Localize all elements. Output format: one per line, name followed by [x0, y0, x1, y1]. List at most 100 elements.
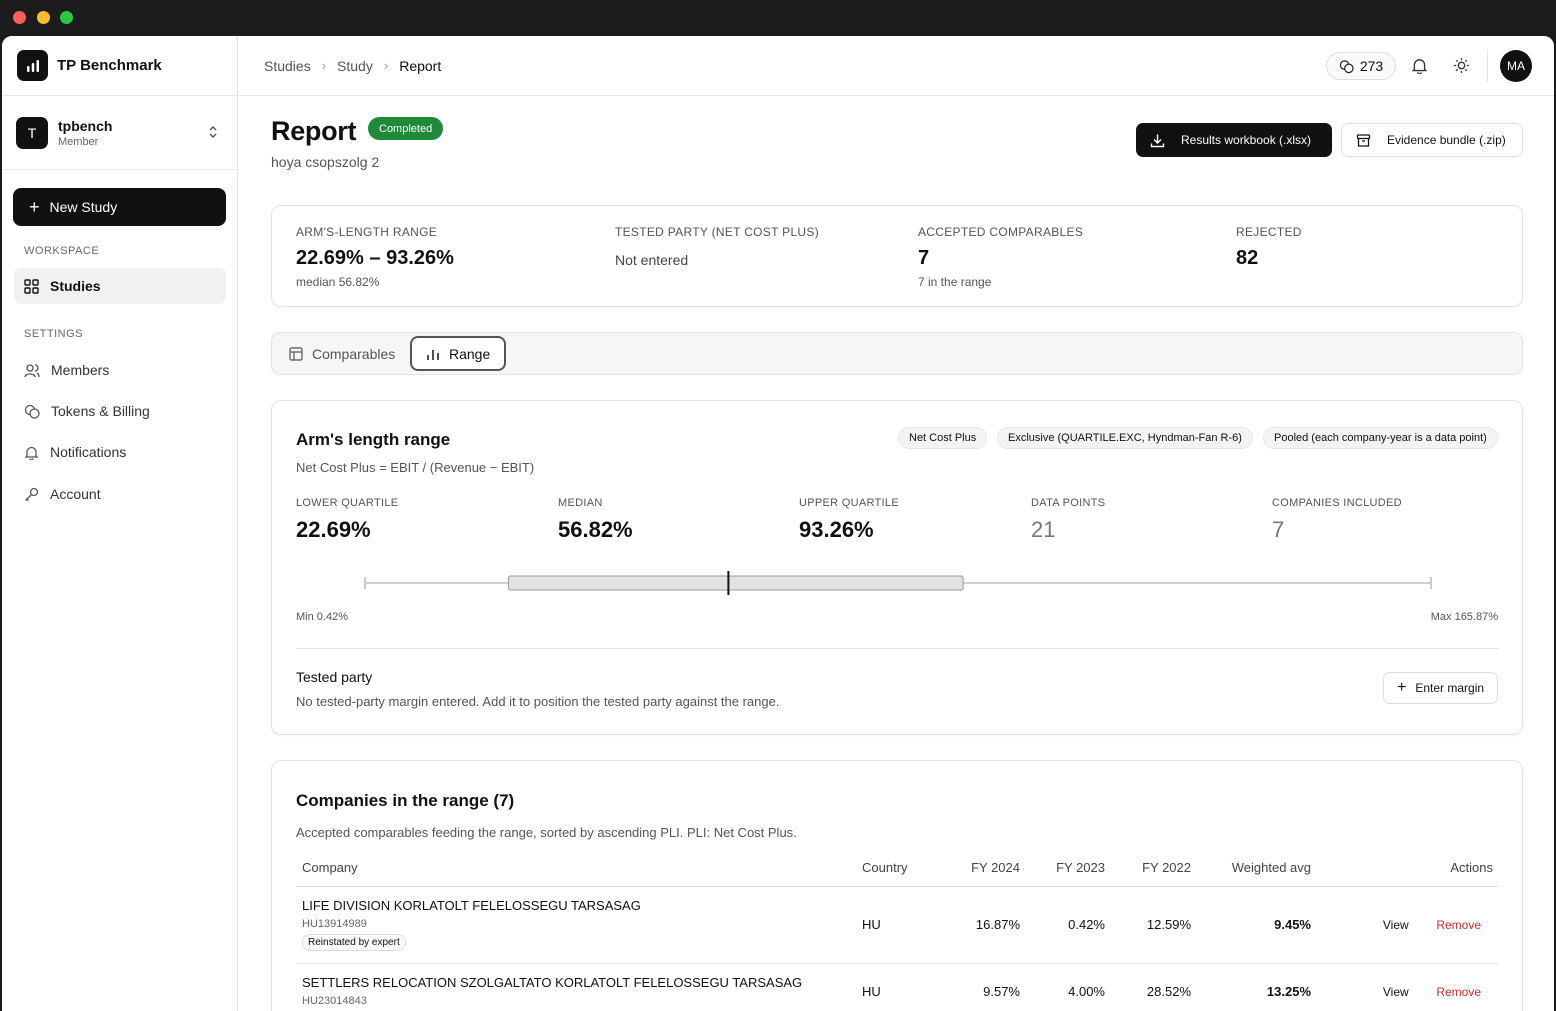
bar-chart-icon	[17, 50, 48, 81]
download-icon	[1150, 134, 1165, 147]
stat-label: MEDIAN	[558, 497, 603, 509]
stat-label: UPPER QUARTILE	[799, 497, 899, 509]
app-window: TP Benchmark T tpbench Member + New Stud…	[2, 36, 1554, 1011]
sidebar-item-label: Notifications	[50, 444, 127, 460]
new-study-label: New Study	[49, 199, 118, 215]
breadcrumb-study[interactable]: Study	[337, 58, 373, 74]
range-max-label: Max 165.87%	[1430, 611, 1498, 623]
tab-comparables[interactable]: Comparables	[275, 336, 409, 371]
column-header-fy2022[interactable]: FY 2022	[1111, 849, 1197, 887]
column-header-fy2024[interactable]: FY 2024	[946, 849, 1026, 887]
column-header-fy2023[interactable]: FY 2023	[1026, 849, 1111, 887]
window-titlebar	[0, 0, 1556, 36]
sidebar-item-label: Tokens & Billing	[51, 403, 150, 419]
table-icon	[289, 346, 303, 361]
sidebar-item-studies[interactable]: Studies	[14, 268, 226, 304]
stat-sub: 7 in the range	[918, 275, 992, 289]
company-cell: LIFE DIVISION KORLATOLT FELELOSSEGU TARS…	[296, 886, 856, 964]
summary-card: ARM'S-LENGTH RANGE 22.69% – 93.26% media…	[271, 205, 1523, 307]
results-workbook-label: Results workbook (.xlsx)	[1181, 133, 1312, 147]
companies-card: Companies in the range (7) Accepted comp…	[271, 760, 1523, 1011]
companies-desc: Accepted comparables feeding the range, …	[296, 825, 797, 840]
fy2023-cell: 0.42%	[1026, 886, 1111, 964]
sidebar-item-tokens-billing[interactable]: Tokens & Billing	[14, 393, 226, 429]
maximize-window-button[interactable]	[60, 11, 73, 24]
workspace-section-label: WORKSPACE	[24, 245, 100, 257]
remove-button[interactable]: Remove	[1436, 985, 1481, 999]
token-balance-button[interactable]: 273	[1326, 52, 1396, 80]
tab-label: Range	[449, 345, 491, 362]
company-id: HU13914989	[302, 918, 367, 930]
plus-icon: +	[29, 197, 40, 217]
stat-value: 82	[1236, 247, 1259, 269]
column-header-actions: Actions	[1317, 849, 1499, 887]
key-icon	[25, 487, 39, 501]
column-header-country[interactable]: Country	[856, 849, 946, 887]
sidebar-item-label: Members	[51, 362, 110, 378]
brand-name: TP Benchmark	[57, 57, 162, 74]
page-title: Report	[271, 116, 357, 146]
brand[interactable]: TP Benchmark	[2, 36, 237, 96]
bell-icon[interactable]	[1411, 57, 1428, 74]
reinstated-badge: Reinstated by expert	[302, 934, 406, 951]
companies-title: Companies in the range (7)	[296, 791, 515, 810]
actions-cell: View Remove	[1317, 963, 1499, 1011]
evidence-bundle-label: Evidence bundle (.zip)	[1387, 133, 1506, 147]
view-button[interactable]: View	[1383, 918, 1409, 932]
stat-label: ACCEPTED COMPARABLES	[918, 225, 1084, 239]
stat-label: REJECTED	[1236, 225, 1302, 239]
table-row: SETTLERS RELOCATION SZOLGALTATO KORLATOL…	[296, 963, 1499, 1011]
divider	[296, 648, 1499, 649]
sidebar-item-label: Studies	[50, 278, 101, 294]
summary-rejected: REJECTED 82	[1236, 225, 1302, 270]
sidebar: TP Benchmark T tpbench Member + New Stud…	[2, 36, 238, 1011]
stat-sub: median 56.82%	[296, 275, 380, 289]
breadcrumb-studies[interactable]: Studies	[264, 58, 311, 74]
stat-value: 22.69% – 93.26%	[296, 247, 454, 269]
chevron-up-down-icon	[209, 126, 217, 138]
org-name: tpbench	[58, 117, 113, 134]
stat-value: 93.26%	[799, 517, 874, 542]
tab-range[interactable]: Range	[410, 336, 507, 371]
new-study-button[interactable]: + New Study	[13, 188, 226, 226]
fy2022-cell: 28.52%	[1111, 963, 1197, 1011]
enter-margin-button[interactable]: + Enter margin	[1383, 672, 1499, 704]
tested-party-desc: No tested-party margin entered. Add it t…	[296, 694, 780, 709]
bar-chart-icon	[427, 349, 439, 360]
country-cell: HU	[856, 886, 946, 964]
method-chip: Exclusive (QUARTILE.EXC, Hyndman-Fan R-6…	[997, 427, 1253, 449]
stat-label: ARM'S-LENGTH RANGE	[296, 225, 438, 239]
status-badge: Completed	[368, 117, 444, 140]
user-avatar[interactable]: MA	[1500, 50, 1532, 82]
view-button[interactable]: View	[1383, 985, 1409, 999]
main-content: Studies › Study › Report 273 MA Report C…	[239, 36, 1554, 1011]
stat-value: Not entered	[615, 252, 689, 268]
minimize-window-button[interactable]	[37, 11, 50, 24]
companies-table: Company Country FY 2024 FY 2023 FY 2022 …	[296, 849, 1499, 1011]
summary-range: ARM'S-LENGTH RANGE 22.69% – 93.26% media…	[296, 225, 454, 289]
settings-section-label: SETTINGS	[24, 328, 84, 340]
sidebar-item-label: Account	[50, 486, 101, 502]
close-window-button[interactable]	[13, 11, 26, 24]
column-header-weighted-avg[interactable]: Weighted avg	[1197, 849, 1317, 887]
grid-icon	[24, 278, 39, 294]
stat-value: 56.82%	[558, 517, 633, 542]
stat-value: 7	[1272, 517, 1285, 542]
org-avatar: T	[16, 116, 48, 149]
column-header-company[interactable]: Company	[296, 849, 856, 887]
sidebar-item-members[interactable]: Members	[14, 352, 226, 388]
evidence-bundle-button[interactable]: Evidence bundle (.zip)	[1341, 123, 1523, 157]
range-box-plot	[364, 571, 1432, 595]
actions-cell: View Remove	[1317, 886, 1499, 964]
remove-button[interactable]: Remove	[1436, 918, 1481, 932]
stat-label: DATA POINTS	[1031, 497, 1106, 509]
sidebar-item-notifications[interactable]: Notifications	[14, 434, 226, 470]
results-workbook-button[interactable]: Results workbook (.xlsx)	[1136, 123, 1332, 157]
stat-label: TESTED PARTY (NET COST PLUS)	[615, 225, 819, 239]
upper-quartile: UPPER QUARTILE 93.26%	[799, 497, 899, 543]
sun-icon[interactable]	[1453, 57, 1470, 74]
sidebar-item-account[interactable]: Account	[14, 476, 226, 512]
org-switcher[interactable]: T tpbench Member	[2, 96, 237, 170]
fy2023-cell: 4.00%	[1026, 963, 1111, 1011]
summary-accepted: ACCEPTED COMPARABLES 7 7 in the range	[918, 225, 1083, 289]
